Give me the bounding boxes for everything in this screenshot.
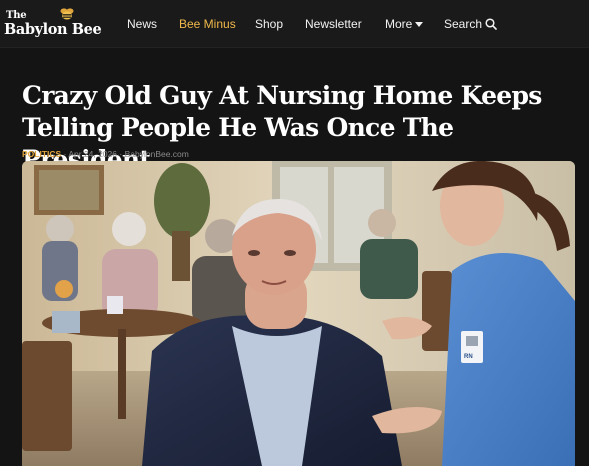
article-hero-image[interactable]: RN — [22, 161, 575, 466]
nav-shop-link[interactable]: Shop — [255, 17, 283, 31]
article-source: BabylonBee.com — [124, 149, 189, 159]
nurse-badge-text: RN — [464, 354, 473, 360]
nav-more-menu[interactable]: More — [385, 17, 424, 31]
nav-search-button[interactable]: Search — [444, 17, 497, 31]
logo-the-text: The — [6, 10, 27, 21]
bee-icon — [60, 8, 74, 20]
nav-news-link[interactable]: News — [127, 17, 157, 31]
article-date: Apr 24, 2026 — [68, 149, 118, 159]
nav-more-label: More — [385, 17, 413, 31]
article-meta: POLITICS · Apr 24, 2026 · BabylonBee.com — [22, 149, 189, 159]
site-logo[interactable]: The Babylon Bee — [4, 7, 104, 41]
nav-newsletter-link[interactable]: Newsletter — [305, 17, 362, 31]
hero-image-illustration: RN — [22, 161, 575, 466]
nav-bee-minus-link[interactable]: Bee Minus — [179, 17, 236, 31]
article-category-link[interactable]: POLITICS — [22, 149, 61, 159]
top-navigation-bar: The Babylon Bee News Bee Minus Shop News… — [0, 0, 589, 48]
chevron-down-icon — [415, 22, 424, 27]
search-icon — [485, 18, 497, 30]
meta-separator-2: · — [119, 149, 123, 159]
nav-search-label: Search — [444, 17, 483, 31]
meta-separator: · — [63, 149, 67, 159]
logo-name-text: Babylon Bee — [4, 21, 102, 38]
